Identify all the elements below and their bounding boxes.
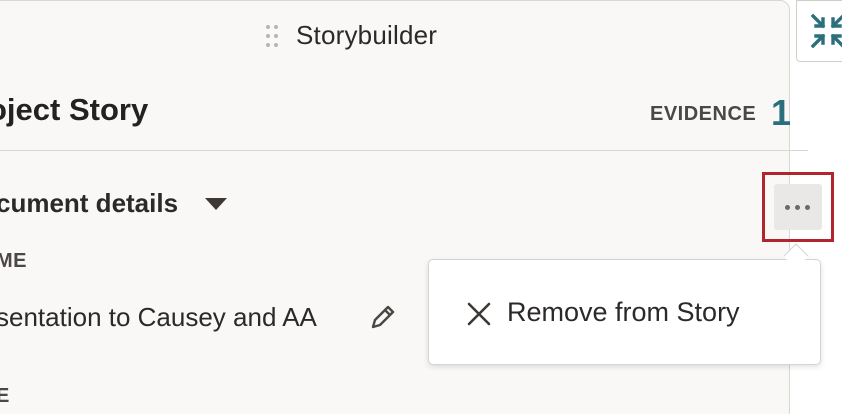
drag-handle-icon[interactable] — [266, 25, 279, 47]
screen: Storybuilder oject Story EVIDENCE 1 cume… — [0, 0, 842, 414]
more-options-icon — [785, 205, 790, 210]
close-icon — [467, 302, 491, 326]
menu-item-label: Remove from Story — [507, 297, 740, 327]
options-menu: Remove from Story — [428, 259, 821, 365]
panel-header[interactable]: Storybuilder — [0, 1, 771, 73]
menu-item-remove-from-story[interactable]: Remove from Story — [449, 286, 789, 338]
divider — [0, 150, 808, 151]
field-value-name: sentation to Causey and AA — [0, 302, 317, 332]
pencil-icon[interactable] — [368, 302, 398, 332]
field-label-name: ME — [0, 250, 27, 272]
evidence-label: EVIDENCE — [650, 103, 757, 125]
more-options-button[interactable] — [774, 184, 822, 230]
collapse-panel-button[interactable] — [796, 0, 842, 62]
caret-down-icon[interactable] — [205, 198, 227, 210]
field-label-2: E — [0, 385, 10, 407]
evidence-count[interactable]: 1 — [771, 92, 791, 134]
collapse-icon — [811, 14, 842, 48]
story-title: oject Story — [0, 92, 149, 127]
panel-title: Storybuilder — [296, 20, 438, 50]
section-title[interactable]: cument details — [0, 188, 178, 219]
